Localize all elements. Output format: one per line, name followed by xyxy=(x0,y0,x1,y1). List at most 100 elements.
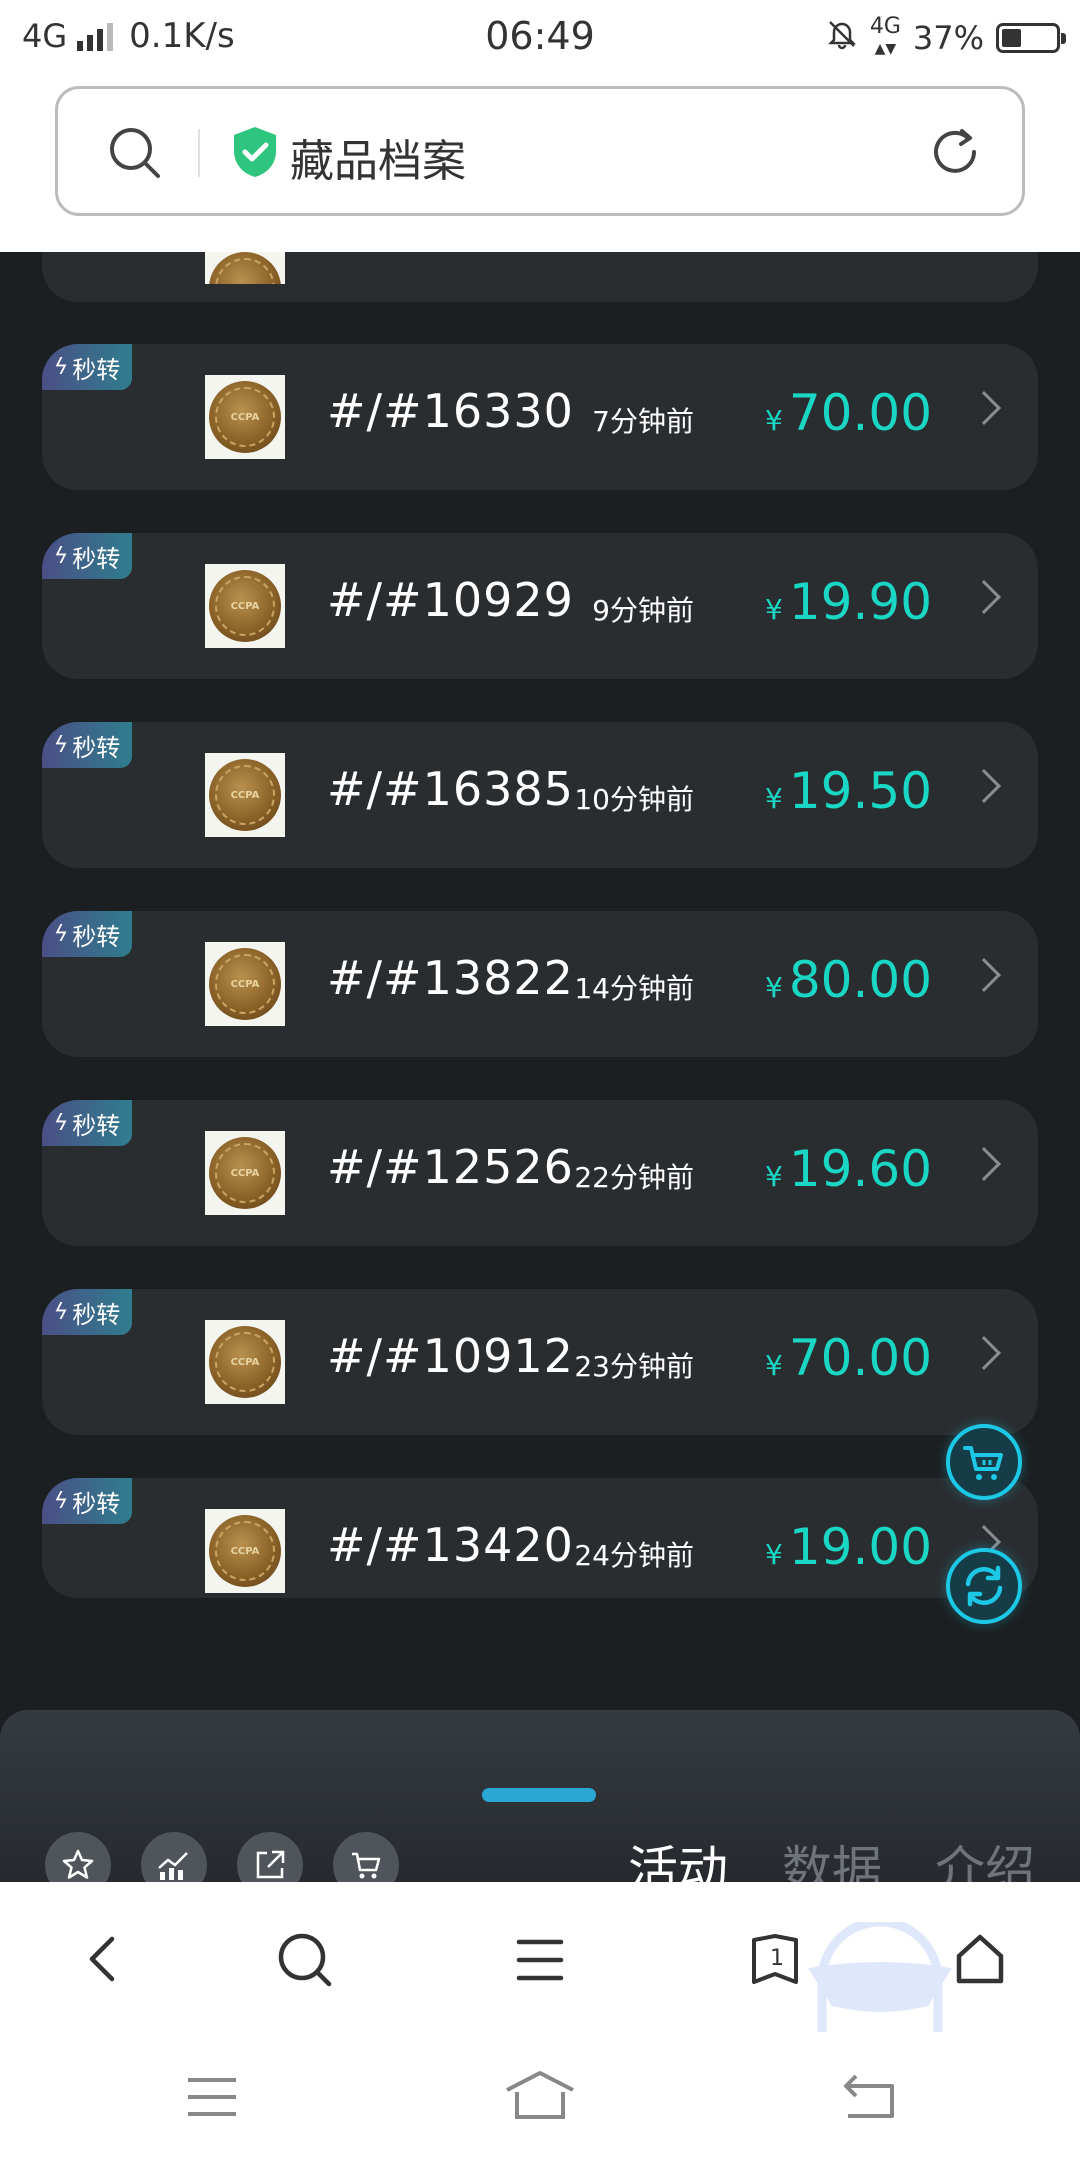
chart-button[interactable] xyxy=(141,1832,207,1882)
listing-card[interactable]: ϟ 秒转 CCPA #/#13822 14分钟前 ¥80.00 xyxy=(42,911,1038,1057)
recent-apps-icon[interactable] xyxy=(186,2076,238,2122)
lightning-icon: ϟ xyxy=(53,921,69,947)
price-value: 19.90 xyxy=(788,573,932,631)
tab-intro[interactable]: 介绍 xyxy=(935,1830,1035,1882)
serial-number: #/#13420 xyxy=(327,1518,574,1572)
listing-card[interactable]: ϟ 秒转 CCPA #/#10929 9分钟前 ¥19.90 xyxy=(42,533,1038,679)
serial-number: #/#13822 xyxy=(327,951,574,1005)
search-icon[interactable] xyxy=(277,1932,333,1992)
status-bar: 4G 0.1K/s 06:49 4G ▲▼ 37% xyxy=(0,0,1080,74)
coin-image: CCPA xyxy=(209,948,281,1020)
listed-time: 14分钟前 xyxy=(574,972,694,1005)
price-value: 80.00 xyxy=(788,951,932,1009)
address-bar[interactable]: 藏品档案 xyxy=(55,86,1025,216)
currency-symbol: ¥ xyxy=(765,971,783,1004)
collectible-thumbnail: CCPA xyxy=(205,942,285,1026)
price-value: 70.00 xyxy=(788,1329,932,1387)
status-right: 4G ▲▼ 37% xyxy=(826,14,1066,60)
price-value: 70.00 xyxy=(788,384,932,442)
home-icon[interactable] xyxy=(505,2070,575,2124)
price: ¥70.00 xyxy=(765,1329,932,1387)
coin-image: CCPA xyxy=(209,570,281,642)
share-button[interactable] xyxy=(237,1832,303,1882)
lightning-icon: ϟ xyxy=(53,1299,69,1325)
listed-time: 7分钟前 xyxy=(592,405,694,438)
instant-transfer-badge: ϟ 秒转 xyxy=(42,911,132,957)
listing-card[interactable]: ϟ 秒转 CCPA #/#10912 23分钟前 ¥70.00 xyxy=(42,1289,1038,1435)
tabs-button[interactable]: 1 xyxy=(750,1934,800,1986)
collectible-thumbnail: CCPA xyxy=(205,1131,285,1215)
refresh-swap-icon xyxy=(965,1565,1003,1607)
listing-content[interactable]: ϟ 秒转 CCPA #/#16330 7分钟前 ¥70.00 ϟ 秒转 CCPA #/#10929… xyxy=(0,252,1080,1882)
collectible-thumbnail: CCPA xyxy=(205,753,285,837)
network-type-2: 4G xyxy=(869,14,901,39)
coin-image: CCPA xyxy=(209,759,281,831)
refresh-float-button[interactable] xyxy=(946,1548,1022,1624)
instant-transfer-badge: ϟ 秒转 xyxy=(42,1100,132,1146)
listing-card[interactable]: ϟ 秒转 CCPA #/#12526 22分钟前 ¥19.60 xyxy=(42,1100,1038,1246)
coin-image: CCPA xyxy=(209,381,281,453)
listing-card[interactable]: ϟ 秒转 CCPA #/#16385 10分钟前 ¥19.50 xyxy=(42,722,1038,868)
serial-number: #/#10929 xyxy=(327,573,574,627)
collectible-thumbnail: CCPA xyxy=(205,375,285,459)
currency-symbol: ¥ xyxy=(765,593,783,626)
chevron-right-icon xyxy=(967,1336,1001,1370)
tab-activity[interactable]: 活动 xyxy=(628,1830,728,1882)
collectible-thumbnail: CCPA xyxy=(205,1509,285,1593)
share-icon xyxy=(256,1850,285,1879)
cart-icon xyxy=(352,1852,381,1879)
mute-bell-icon xyxy=(826,18,858,58)
lightning-icon: ϟ xyxy=(53,1110,69,1136)
bottom-sheet[interactable]: 活动 数据 介绍 xyxy=(0,1710,1080,1882)
instant-transfer-badge: ϟ 秒转 xyxy=(42,1478,132,1524)
refresh-icon[interactable] xyxy=(928,125,982,183)
price: ¥19.90 xyxy=(765,573,932,631)
battery-fill xyxy=(1002,29,1021,47)
listed-time: 9分钟前 xyxy=(592,594,694,627)
lightning-icon: ϟ xyxy=(53,354,69,380)
system-navigation xyxy=(0,2036,1080,2160)
instant-transfer-badge: ϟ 秒转 xyxy=(42,1289,132,1335)
battery-percent: 37% xyxy=(912,19,984,57)
chart-icon xyxy=(158,1852,188,1880)
tab-data[interactable]: 数据 xyxy=(782,1830,882,1882)
cart-button[interactable] xyxy=(333,1832,399,1882)
badge-label: 秒转 xyxy=(72,922,121,951)
collectible-thumbnail xyxy=(205,252,285,284)
badge-label: 秒转 xyxy=(72,544,121,573)
chevron-right-icon xyxy=(967,580,1001,614)
listed-time: 10分钟前 xyxy=(574,783,694,816)
listing-card-partial[interactable] xyxy=(42,252,1038,302)
badge-label: 秒转 xyxy=(72,733,121,762)
currency-symbol: ¥ xyxy=(765,1160,783,1193)
battery-icon xyxy=(996,23,1066,53)
search-icon[interactable] xyxy=(108,126,162,184)
lightning-icon: ϟ xyxy=(53,1488,69,1514)
sheet-handle[interactable] xyxy=(482,1788,596,1802)
instant-transfer-badge: ϟ 秒转 xyxy=(42,722,132,768)
home-icon[interactable] xyxy=(955,1934,1005,1990)
chevron-right-icon xyxy=(967,1147,1001,1181)
coin-image: CCPA xyxy=(209,1515,281,1587)
data-arrows-icon: ▲▼ xyxy=(874,41,897,57)
listing-card[interactable]: ϟ 秒转 CCPA #/#16330 7分钟前 ¥70.00 xyxy=(42,344,1038,490)
price: ¥19.50 xyxy=(765,762,932,820)
price-value: 19.00 xyxy=(788,1518,932,1576)
listing-card[interactable]: ϟ 秒转 CCPA #/#13420 24分钟前 ¥19.00 xyxy=(42,1478,1038,1598)
instant-transfer-badge: ϟ 秒转 xyxy=(42,533,132,579)
collectible-thumbnail: CCPA xyxy=(205,564,285,648)
lightning-icon: ϟ xyxy=(53,543,69,569)
menu-icon[interactable] xyxy=(516,1938,564,1986)
cart-icon xyxy=(963,1446,1003,1480)
price: ¥80.00 xyxy=(765,951,932,1009)
favorite-button[interactable] xyxy=(45,1832,111,1882)
back-icon[interactable] xyxy=(82,1924,122,1998)
coin-image: CCPA xyxy=(209,1326,281,1398)
chevron-right-icon xyxy=(967,958,1001,992)
cart-float-button[interactable] xyxy=(946,1424,1022,1500)
listed-time: 23分钟前 xyxy=(574,1350,694,1383)
browser-toolbar: 1 xyxy=(0,1882,1080,2036)
ghost-mascot-icon xyxy=(800,1917,960,2034)
badge-label: 秒转 xyxy=(72,1489,121,1518)
back-icon[interactable] xyxy=(840,2072,896,2124)
